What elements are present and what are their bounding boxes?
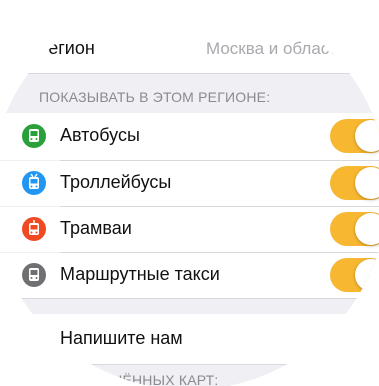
transport-row-tram: Трамваи [0,207,379,252]
settings-screen: Регион Москва и область Показывать в это… [0,0,379,386]
toggle-knob [355,167,379,199]
feedback-row[interactable]: Напишите нам [0,314,379,364]
divider [0,364,379,365]
transport-label-minibus: Маршрутные такси [60,264,220,284]
region-value: Москва и область [206,39,346,58]
feedback-label: Напишите нам [60,328,183,348]
region-label: Регион [37,38,95,58]
minibus-icon [22,263,46,287]
transport-label-bus: Автобусы [60,125,140,145]
toggle-knob [355,213,379,245]
bus-toggle[interactable] [330,119,379,153]
divider [0,298,379,299]
transport-label-tram: Трамваи [60,218,132,238]
tram-toggle[interactable] [330,212,379,246]
toggle-knob [355,120,379,152]
minibus-toggle[interactable] [330,258,379,292]
transport-section-header: Показывать в этом регионе: [39,89,271,105]
trolleybus-icon [22,171,46,195]
trolleybus-toggle[interactable] [330,166,379,200]
divider [0,73,379,74]
transport-row-bus: Автобусы [0,113,379,160]
region-row[interactable]: Регион Москва и область [0,0,379,73]
magnified-view: Регион Москва и область Показывать в это… [0,0,379,386]
transport-row-minibus: Маршрутные такси [0,253,379,298]
transport-label-trolleybus: Троллейбусы [60,172,172,192]
toggle-knob [355,259,379,291]
tram-icon [22,217,46,241]
transport-row-trolleybus: Троллейбусы [0,161,379,206]
bus-icon [22,124,46,148]
saved-maps-header: Сохранённых карт: [64,372,219,386]
